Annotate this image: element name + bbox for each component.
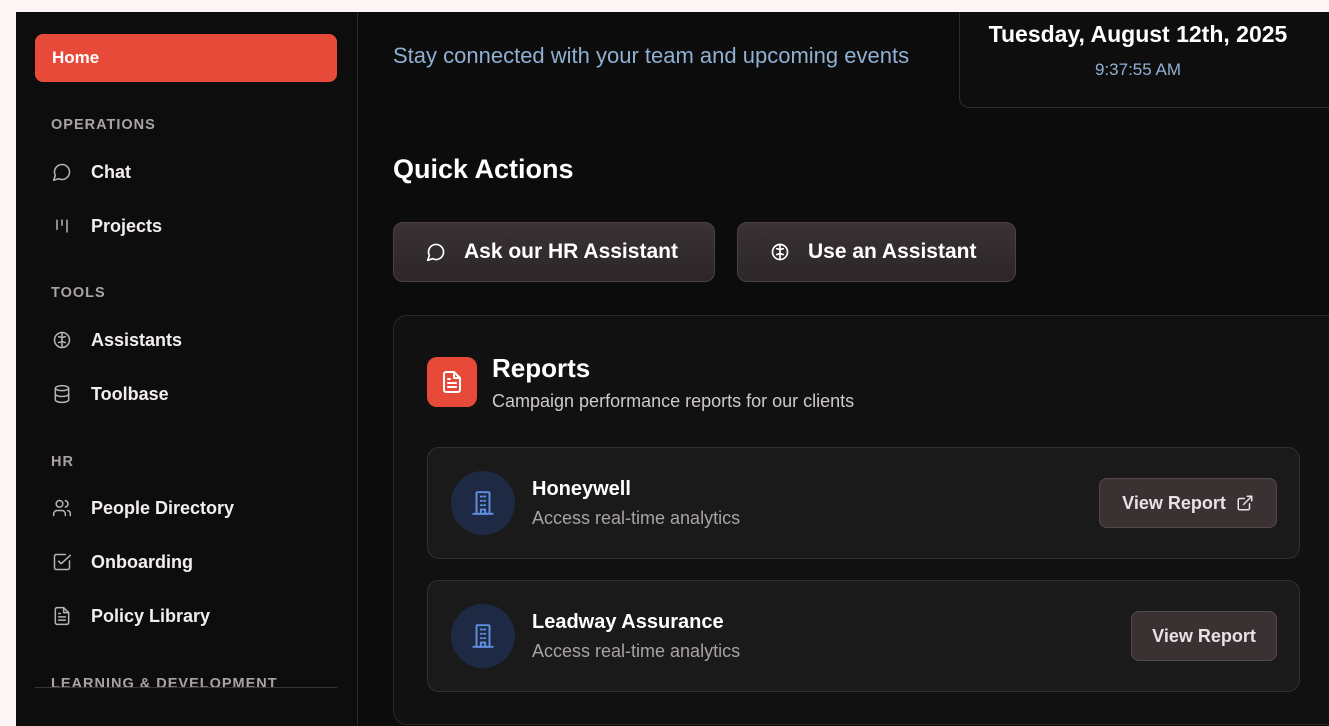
- date-card: Tuesday, August 12th, 2025 9:37:55 AM: [959, 12, 1329, 108]
- sidebar-item-onboarding[interactable]: Onboarding: [51, 544, 337, 580]
- brain-icon: [770, 241, 792, 263]
- quick-actions-title: Quick Actions: [393, 154, 574, 184]
- sidebar-item-people-directory[interactable]: People Directory: [51, 490, 337, 526]
- ask-hr-assistant-button[interactable]: Ask our HR Assistant: [393, 222, 715, 282]
- section-label-hr: HR: [51, 454, 74, 470]
- sidebar: Home OPERATIONS Chat Projects TOOLS Assi…: [16, 12, 358, 726]
- use-assistant-button[interactable]: Use an Assistant: [737, 222, 1016, 282]
- sidebar-item-label: Chat: [91, 161, 131, 182]
- sidebar-item-projects[interactable]: Projects: [51, 208, 337, 244]
- building-icon: [451, 604, 515, 668]
- current-date: Tuesday, August 12th, 2025: [988, 21, 1288, 47]
- users-icon: [51, 497, 73, 519]
- report-row-honeywell: Honeywell Access real-time analytics Vie…: [427, 447, 1300, 559]
- view-report-button[interactable]: View Report: [1131, 611, 1277, 661]
- sidebar-item-label: Assistants: [91, 329, 183, 350]
- app-window: Home OPERATIONS Chat Projects TOOLS Assi…: [16, 12, 1329, 726]
- button-label: View Report: [1152, 625, 1256, 646]
- sidebar-item-label: Onboarding: [91, 551, 193, 572]
- checkbox-icon: [51, 551, 73, 573]
- sidebar-item-policy-library[interactable]: Policy Library: [51, 598, 337, 634]
- report-client-description: Access real-time analytics: [532, 508, 741, 528]
- sidebar-item-chat[interactable]: Chat: [51, 154, 337, 190]
- sidebar-item-label: Projects: [91, 215, 163, 236]
- sidebar-divider: [35, 687, 337, 688]
- external-link-icon: [1236, 494, 1254, 512]
- reports-title: Reports: [492, 353, 591, 383]
- report-client-name: Leadway Assurance: [532, 611, 724, 633]
- page-subtitle: Stay connected with your team and upcomi…: [393, 43, 910, 68]
- brain-icon: [51, 329, 73, 351]
- kanban-icon: [51, 215, 73, 237]
- section-label-tools: TOOLS: [51, 285, 106, 301]
- document-icon: [427, 357, 477, 407]
- report-row-leadway-assurance: Leadway Assurance Access real-time analy…: [427, 580, 1300, 692]
- sidebar-item-label: Home: [52, 48, 100, 67]
- button-label: View Report: [1122, 492, 1226, 513]
- sidebar-item-toolbase[interactable]: Toolbase: [51, 376, 337, 412]
- chat-bubble-icon: [426, 241, 448, 263]
- view-report-button[interactable]: View Report: [1099, 478, 1277, 528]
- sidebar-item-label: Toolbase: [91, 383, 169, 404]
- document-icon: [51, 605, 73, 627]
- button-label: Ask our HR Assistant: [464, 240, 678, 263]
- section-label-learning: LEARNING & DEVELOPMENT: [51, 676, 278, 692]
- report-client-name: Honeywell: [532, 478, 631, 500]
- section-label-operations: OPERATIONS: [51, 117, 156, 133]
- reports-card: Reports Campaign performance reports for…: [393, 315, 1329, 725]
- sidebar-item-label: Policy Library: [91, 605, 211, 626]
- sidebar-item-label: People Directory: [91, 497, 235, 518]
- report-client-description: Access real-time analytics: [532, 641, 741, 661]
- database-icon: [51, 383, 73, 405]
- chat-bubble-icon: [51, 161, 73, 183]
- sidebar-item-assistants[interactable]: Assistants: [51, 322, 337, 358]
- sidebar-item-home[interactable]: Home: [35, 34, 337, 82]
- button-label: Use an Assistant: [808, 240, 977, 263]
- building-icon: [451, 471, 515, 535]
- current-time: 9:37:55 AM: [1094, 60, 1181, 79]
- reports-description: Campaign performance reports for our cli…: [492, 391, 855, 411]
